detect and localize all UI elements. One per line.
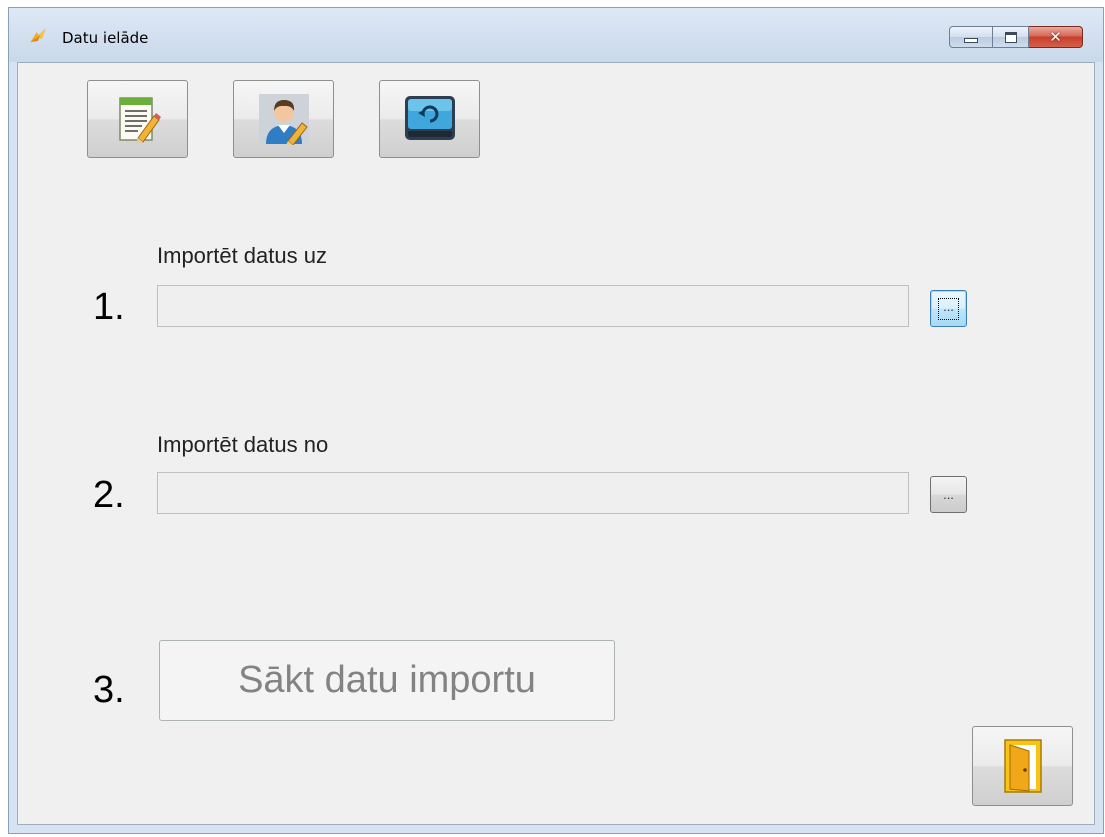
import-to-field[interactable] (157, 285, 909, 327)
minimize-button[interactable] (949, 26, 993, 48)
app-window: Datu ielāde ✕ Importēt datus uz 1. ... I… (8, 7, 1104, 834)
exit-door-icon (1003, 739, 1042, 793)
browse-from-label: ... (943, 487, 954, 502)
client-area: Importēt datus uz 1. ... Importēt datus … (17, 62, 1095, 825)
app-icon (30, 28, 46, 43)
restore-database-button[interactable] (379, 80, 480, 158)
caption-buttons: ✕ (949, 26, 1083, 48)
maximize-button[interactable] (993, 26, 1029, 48)
start-import-button[interactable]: Sākt datu importu (159, 640, 615, 721)
close-icon: ✕ (1049, 28, 1062, 46)
browse-from-button[interactable]: ... (930, 476, 967, 513)
close-button[interactable]: ✕ (1029, 26, 1083, 48)
step-2-number: 2. (93, 474, 125, 516)
edit-document-button[interactable] (87, 80, 188, 158)
maximize-icon (1004, 31, 1017, 43)
edit-user-button[interactable] (233, 80, 334, 158)
import-from-field[interactable] (157, 472, 909, 514)
user-edit-icon (258, 94, 309, 145)
minimize-icon (964, 37, 978, 43)
title-bar[interactable]: Datu ielāde ✕ (9, 8, 1103, 62)
document-edit-icon (118, 97, 161, 144)
browse-to-label: ... (938, 297, 959, 320)
step-1-label: Importēt datus uz (157, 243, 327, 268)
disk-restore-icon (404, 96, 455, 140)
step-3-number: 3. (93, 669, 125, 711)
browse-to-button[interactable]: ... (930, 290, 967, 327)
exit-button[interactable] (972, 726, 1073, 806)
step-1-number: 1. (93, 286, 125, 328)
window-title: Datu ielāde (62, 29, 149, 47)
step-2-label: Importēt datus no (157, 432, 329, 457)
